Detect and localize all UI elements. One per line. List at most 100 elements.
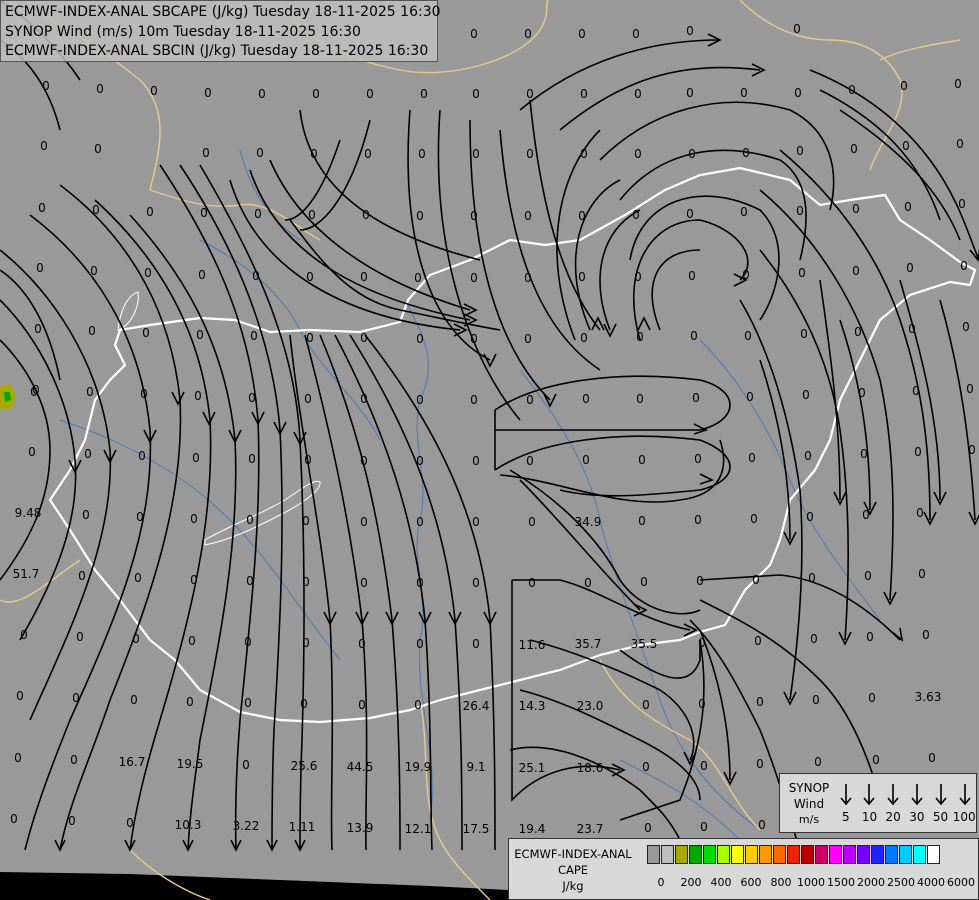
cape-swatch — [661, 845, 674, 864]
cape-value-label: 0 — [900, 79, 908, 93]
cape-value-label: 1.11 — [289, 820, 316, 834]
cape-value-label: 25.6 — [291, 759, 318, 773]
cape-value-label: 0 — [640, 575, 648, 589]
cape-value-label: 34.9 — [575, 515, 602, 529]
cape-value-label: 0 — [242, 758, 250, 772]
cape-value-label: 0 — [360, 576, 368, 590]
cape-value-label: 0 — [854, 325, 862, 339]
cape-value-label: 19.5 — [177, 757, 204, 771]
cape-value-label: 0 — [470, 209, 478, 223]
cape-value-label: 0 — [954, 77, 962, 91]
cape-value-label: 0 — [88, 324, 96, 338]
cape-value-label: 0 — [244, 696, 252, 710]
cape-swatch — [899, 845, 912, 864]
cape-tick-label: 600 — [740, 876, 762, 889]
cape-value-label: 0 — [634, 270, 642, 284]
cape-value-label: 0 — [966, 382, 974, 396]
wind-speed-label: 5 — [842, 810, 850, 824]
cape-swatch — [885, 845, 898, 864]
cape-value-label: 16.7 — [119, 755, 146, 769]
cape-value-label: 0 — [248, 391, 256, 405]
cape-value-label: 0 — [310, 147, 318, 161]
wind-arrow-icon — [935, 784, 947, 806]
header-sbcin: ECMWF-INDEX-ANAL SBCIN (J/kg) Tuesday 18… — [5, 43, 429, 59]
cape-swatch — [759, 845, 772, 864]
cape-value-label: 0 — [36, 261, 44, 275]
cape-value-label: 0 — [584, 576, 592, 590]
wind-arrow-icon — [840, 784, 852, 806]
cape-value-label: 0 — [850, 142, 858, 156]
wind-legend: SYNOP Wind m/s 5 10 20 30 50 100 — [779, 773, 977, 833]
cape-value-label: 0 — [638, 514, 646, 528]
cape-value-label: 0 — [928, 751, 936, 765]
cape-value-label: 0 — [200, 206, 208, 220]
cape-value-label: 0 — [740, 205, 748, 219]
cape-value-label: 0 — [698, 697, 706, 711]
cape-value-label: 0 — [194, 389, 202, 403]
cape-value-label: 0 — [470, 27, 478, 41]
cape-value-label: 0 — [472, 454, 480, 468]
cape-value-label: 0 — [580, 147, 588, 161]
cape-value-label: 0 — [796, 144, 804, 158]
cape-value-label: 0 — [578, 209, 586, 223]
cape-value-label: 0 — [750, 512, 758, 526]
cape-value-label: 0 — [302, 514, 310, 528]
cape-value-label: 0 — [902, 139, 910, 153]
cape-value-label: 0 — [126, 816, 134, 830]
cape-tick-label: 200 — [680, 876, 702, 889]
cape-value-label: 0 — [414, 698, 422, 712]
cape-value-label: 0 — [142, 326, 150, 340]
cape-value-label: 0 — [38, 201, 46, 215]
cape-value-label: 0 — [304, 392, 312, 406]
cape-tick-label: 6000 — [947, 876, 975, 889]
wind-legend-speeds: 5 10 20 30 50 100 — [834, 810, 976, 824]
cape-value-label: 0 — [258, 87, 266, 101]
cape-value-label: 23.7 — [577, 822, 604, 836]
cape-value-label: 0 — [360, 392, 368, 406]
cape-value-label: 26.4 — [463, 699, 490, 713]
cape-value-label: 0 — [694, 452, 702, 466]
cape-value-label: 0 — [136, 510, 144, 524]
cape-value-label: 0 — [416, 454, 424, 468]
cape-value-label: 0 — [470, 393, 478, 407]
cape-value-label: 0 — [686, 86, 694, 100]
cape-legend-swatches — [647, 845, 941, 864]
cape-value-label: 0 — [582, 453, 590, 467]
cape-value-label: 17.5 — [463, 822, 490, 836]
cape-value-label: 0 — [416, 393, 424, 407]
cape-value-label: 0 — [16, 689, 24, 703]
wind-legend-label: SYNOP Wind m/s — [784, 780, 834, 828]
cape-value-label: 0 — [912, 384, 920, 398]
cape-value-label: 0 — [196, 328, 204, 342]
cape-value-label: 0 — [78, 569, 86, 583]
cape-swatch — [703, 845, 716, 864]
cape-value-label: 0 — [864, 569, 872, 583]
cape-value-label: 0 — [186, 695, 194, 709]
cape-value-label: 0 — [794, 86, 802, 100]
wind-arrow-icon — [887, 784, 899, 806]
cape-value-label: 0 — [578, 270, 586, 284]
cape-value-label: 10.3 — [175, 818, 202, 832]
cape-value-label: 0 — [858, 386, 866, 400]
cape-value-label: 0 — [360, 515, 368, 529]
cape-value-label: 0 — [758, 818, 766, 832]
cape-value-label: 0 — [72, 691, 80, 705]
cape-value-label: 0 — [866, 630, 874, 644]
cape-value-label: 0 — [68, 814, 76, 828]
cape-value-label: 0 — [694, 513, 702, 527]
cape-value-label: 0 — [30, 385, 38, 399]
cape-value-label: 0 — [418, 147, 426, 161]
cape-swatch — [843, 845, 856, 864]
cape-value-label: 0 — [70, 753, 78, 767]
cape-value-label: 0 — [140, 387, 148, 401]
cape-value-label: 0 — [848, 83, 856, 97]
cape-value-label: 0 — [798, 266, 806, 280]
cape-value-label: 0 — [360, 270, 368, 284]
cape-swatch — [815, 845, 828, 864]
cape-value-label: 0 — [580, 87, 588, 101]
cape-value-label: 0 — [700, 759, 708, 773]
cape-value-label: 0 — [472, 87, 480, 101]
cape-value-label: 0 — [962, 320, 970, 334]
cape-value-label: 0 — [642, 760, 650, 774]
cape-value-label: 0 — [872, 753, 880, 767]
